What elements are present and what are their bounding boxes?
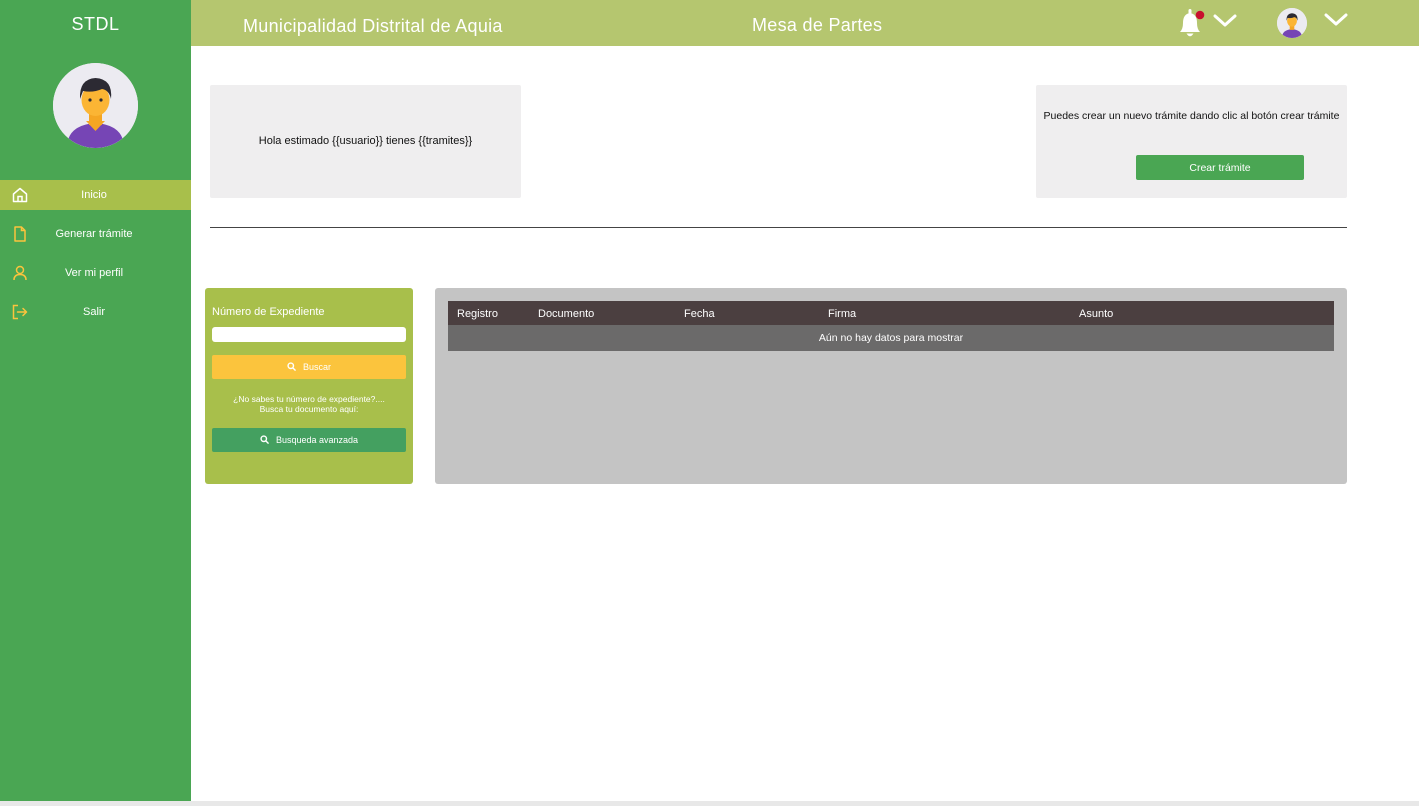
expediente-label: Número de Expediente xyxy=(212,306,325,318)
chevron-down-icon xyxy=(1213,14,1237,27)
column-header-registro[interactable]: Registro xyxy=(457,308,498,320)
sidebar-item-generar-tramite[interactable]: Generar trámite xyxy=(0,219,191,249)
profile-avatar xyxy=(53,63,138,148)
search-button[interactable]: Buscar xyxy=(212,355,406,379)
advanced-search-label: Busqueda avanzada xyxy=(275,435,359,445)
bell-icon xyxy=(1180,9,1205,37)
greeting-text: Hola estimado {{usuario}} tienes {{trami… xyxy=(258,135,473,147)
column-header-asunto[interactable]: Asunto xyxy=(1079,308,1113,320)
sidebar-item-inicio[interactable]: Inicio xyxy=(0,180,191,210)
search-button-label: Buscar xyxy=(302,362,331,372)
brand-title: STDL xyxy=(71,14,120,34)
user-menu-dropdown[interactable] xyxy=(1324,12,1348,28)
chevron-down-icon xyxy=(1324,13,1348,26)
sidebar-item-salir[interactable]: Salir xyxy=(0,297,191,327)
top-bar: Municipalidad Distrital de Aquia Mesa de… xyxy=(191,0,1419,46)
sidebar-item-label: Ver mi perfil xyxy=(64,267,124,279)
notifications-button[interactable] xyxy=(1174,6,1210,42)
search-hint-line: Busca tu documento aquí: xyxy=(259,404,359,414)
records-table-panel: Registro Documento Fecha Firma Asunto Aú… xyxy=(435,288,1347,484)
create-procedure-text: Puedes crear un nuevo trámite dando clic… xyxy=(1043,110,1340,122)
column-header-fecha[interactable]: Fecha xyxy=(684,308,715,320)
notification-dot xyxy=(1195,10,1205,20)
create-procedure-button[interactable]: Crear trámite xyxy=(1136,155,1304,180)
sidebar-item-ver-mi-perfil[interactable]: Ver mi perfil xyxy=(0,258,191,288)
column-header-documento[interactable]: Documento xyxy=(538,308,594,320)
divider xyxy=(210,227,1347,228)
app-title: Mesa de Partes xyxy=(752,15,883,35)
greeting-card: Hola estimado {{usuario}} tienes {{trami… xyxy=(210,85,521,198)
sidebar-item-label: Generar trámite xyxy=(55,228,133,240)
search-icon xyxy=(260,435,269,444)
search-hint-line: ¿No sabes tu número de expediente?.... xyxy=(233,394,385,404)
create-procedure-card: Puedes crear un nuevo trámite dando clic… xyxy=(1036,85,1347,198)
search-hint: ¿No sabes tu número de expediente?.... B… xyxy=(205,394,413,414)
organization-title: Municipalidad Distrital de Aquia xyxy=(243,16,503,36)
sidebar-item-label: Salir xyxy=(82,306,105,318)
sidebar-item-label: Inicio xyxy=(81,189,107,201)
search-panel: Número de Expediente Buscar ¿No sabes tu… xyxy=(205,288,413,484)
advanced-search-button[interactable]: Busqueda avanzada xyxy=(212,428,406,452)
expediente-input[interactable] xyxy=(212,327,406,342)
notifications-dropdown[interactable] xyxy=(1213,13,1237,29)
table-header: Registro Documento Fecha Firma Asunto xyxy=(448,301,1334,325)
search-icon xyxy=(287,362,296,371)
table-empty-message: Aún no hay datos para mostrar xyxy=(448,325,1334,351)
column-header-firma[interactable]: Firma xyxy=(828,308,856,320)
sidebar: STDL Inicio Generar trámite Ver mi perfi… xyxy=(0,0,191,801)
user-avatar[interactable] xyxy=(1277,8,1307,38)
main-content: Hola estimado {{usuario}} tienes {{trami… xyxy=(191,46,1419,801)
